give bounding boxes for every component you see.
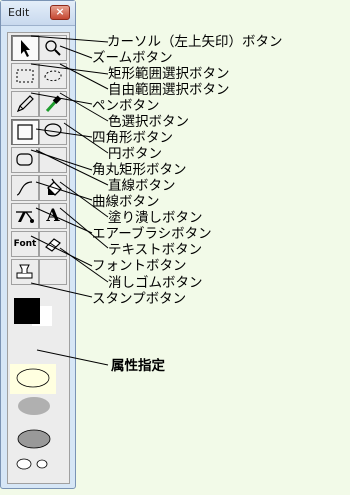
- label-color-picker: 色選択ボタン: [108, 114, 189, 130]
- label-attributes: 属性指定: [111, 358, 165, 374]
- label-rounded-rect: 角丸矩形ボタン: [92, 162, 187, 178]
- label-line: 直線ボタン: [108, 178, 176, 194]
- label-pen: ペンボタン: [92, 98, 160, 114]
- label-ellipse: 円ボタン: [108, 146, 162, 162]
- label-curve: 曲線ボタン: [92, 194, 160, 210]
- label-fill: 塗り潰しボタン: [108, 210, 203, 226]
- label-cursor: カーソル（左上矢印）ボタン: [107, 34, 283, 50]
- label-stamp: スタンプボタン: [92, 291, 187, 307]
- label-text: テキストボタン: [108, 242, 203, 258]
- label-eraser: 消しゴムボタン: [108, 275, 203, 291]
- label-rectangle: 四角形ボタン: [92, 130, 173, 146]
- label-font: フォントボタン: [92, 258, 187, 274]
- label-free-select: 自由範囲選択ボタン: [108, 82, 230, 98]
- label-airbrush: エアーブラシボタン: [92, 226, 212, 242]
- label-rect-select: 矩形範囲選択ボタン: [108, 66, 230, 82]
- label-zoom: ズームボタン: [92, 50, 173, 66]
